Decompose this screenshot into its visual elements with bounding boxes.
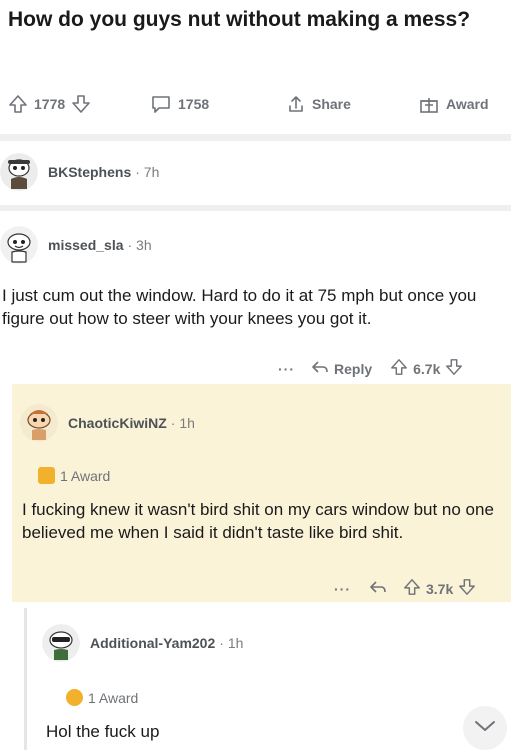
- award-badge[interactable]: 1 Award: [38, 467, 110, 484]
- comment-time: · 7h: [135, 164, 160, 180]
- comment-username[interactable]: BKStephens: [48, 164, 131, 180]
- reply-button[interactable]: Reply: [311, 359, 372, 378]
- avatar[interactable]: [20, 404, 58, 442]
- comment-body: I fucking knew it wasn't bird shit on my…: [22, 500, 494, 542]
- more-options-icon[interactable]: ···: [334, 581, 351, 597]
- downvote-icon[interactable]: [445, 358, 463, 379]
- chevron-down-icon: [474, 719, 496, 738]
- award-icon: [38, 467, 55, 484]
- comment-header-chaotickiwinz: ChaoticKiwiNZ · 1h: [20, 404, 195, 442]
- comment-vote-group: 6.7k: [390, 358, 463, 379]
- award-count: 1 Award: [88, 689, 139, 706]
- reply-icon: [369, 581, 387, 598]
- comment-header-bkstephens: BKStephens · 7h: [0, 153, 159, 191]
- comments-button[interactable]: 1758: [150, 88, 209, 120]
- avatar[interactable]: [0, 226, 38, 264]
- award-button[interactable]: Award: [418, 88, 489, 120]
- comment-count: 1758: [178, 96, 210, 112]
- post-vote-count: 1778: [34, 96, 66, 112]
- comment-vote-count: 3.7k: [426, 580, 454, 597]
- comment-icon: [150, 94, 172, 114]
- comment-username[interactable]: missed_sla: [48, 237, 124, 253]
- comment-time: · 3h: [127, 237, 152, 253]
- post-action-bar: 1778 1758 Share Award: [0, 88, 511, 120]
- upvote-icon[interactable]: [403, 578, 421, 599]
- post-vote-group: 1778: [8, 88, 91, 120]
- comment-action-bar: ··· 3.7k: [334, 578, 476, 599]
- comment-time: · 1h: [219, 635, 244, 651]
- section-divider: [0, 134, 511, 141]
- comment-header-missed-sla: missed_sla · 3h: [0, 226, 152, 264]
- thread-line[interactable]: [24, 608, 27, 750]
- share-icon: [286, 94, 306, 114]
- comment-vote-group: 3.7k: [403, 578, 476, 599]
- expand-button[interactable]: [463, 706, 507, 750]
- share-button[interactable]: Share: [286, 88, 351, 120]
- comment-username[interactable]: Additional-Yam202: [90, 635, 215, 651]
- upvote-icon[interactable]: [8, 94, 28, 114]
- avatar[interactable]: [0, 153, 38, 191]
- award-badge[interactable]: 1 Award: [66, 689, 138, 706]
- gift-icon: [418, 94, 440, 114]
- more-options-icon[interactable]: ···: [278, 361, 295, 377]
- section-divider: [0, 205, 511, 211]
- reply-button[interactable]: [369, 579, 387, 598]
- downvote-icon[interactable]: [458, 578, 476, 599]
- comment-action-bar: ··· Reply 6.7k: [278, 358, 463, 379]
- post-title: How do you guys nut without making a mes…: [8, 8, 471, 31]
- reply-icon: [311, 359, 329, 378]
- avatar[interactable]: [42, 624, 80, 662]
- comment-header-additional-yam202: Additional-Yam202 · 1h: [42, 624, 243, 662]
- award-icon: [66, 689, 83, 706]
- comment-vote-count: 6.7k: [413, 360, 441, 377]
- share-label: Share: [312, 96, 351, 112]
- downvote-icon[interactable]: [71, 94, 91, 114]
- reply-label: Reply: [334, 360, 373, 377]
- upvote-icon[interactable]: [390, 358, 408, 379]
- comment-body: Hol the fuck up: [46, 722, 160, 741]
- comment-username[interactable]: ChaoticKiwiNZ: [68, 415, 167, 431]
- award-label: Award: [446, 96, 489, 112]
- comment-time: · 1h: [170, 415, 195, 431]
- award-count: 1 Award: [60, 467, 111, 484]
- comment-body: I just cum out the window. Hard to do it…: [2, 286, 477, 328]
